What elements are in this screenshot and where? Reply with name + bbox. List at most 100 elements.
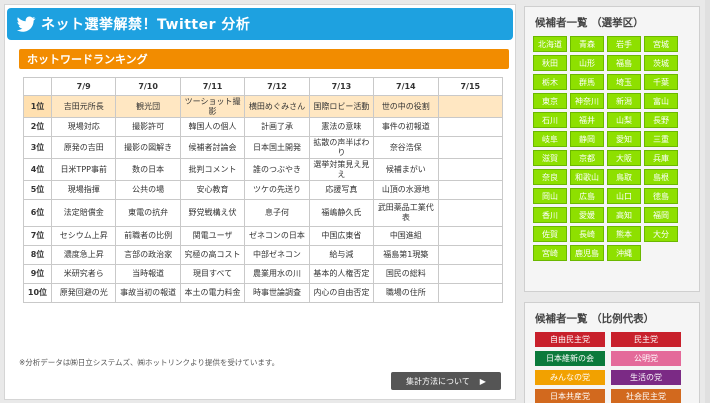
ranking-table: 7/9 7/10 7/11 7/12 7/13 7/14 7/15 1位 吉田元所長 観光団 ツー… <box>23 77 504 303</box>
hot-word-cell: 事件の初報道 <box>373 117 439 137</box>
prefecture-button[interactable]: 静岡 <box>570 131 604 147</box>
hot-word-cell: 福島第1現築 <box>373 245 439 265</box>
prefecture-button[interactable]: 徳島 <box>644 188 678 204</box>
hot-word-cell: 横田めぐみさん <box>244 95 310 118</box>
prefecture-button[interactable]: 秋田 <box>533 55 567 71</box>
party-button[interactable]: みんなの党 <box>535 370 605 385</box>
hot-word-cell: 韓国人の個人 <box>179 117 246 137</box>
hot-word-cell: ゼネコンの日本 <box>244 226 310 246</box>
party-grid: 自由民主党 民主党 日本維新の会 公明党 みんなの党 生活の党 日本共産党 社会民主党 <box>525 332 699 403</box>
prefecture-button[interactable]: 新潟 <box>607 93 641 109</box>
prefecture-button[interactable]: 埼玉 <box>607 74 641 90</box>
prefecture-button[interactable]: 熊本 <box>607 226 641 242</box>
party-button[interactable]: 自由民主党 <box>535 332 605 347</box>
prefecture-button[interactable]: 神奈川 <box>570 93 604 109</box>
hot-word-cell: 原発回避の光 <box>50 283 117 303</box>
prefecture-button[interactable]: 愛知 <box>607 131 641 147</box>
hot-word-cell: 当時報道 <box>115 264 181 284</box>
play-arrow-icon: ▶ <box>479 376 486 386</box>
party-button[interactable]: 公明党 <box>611 351 681 366</box>
prefecture-button[interactable]: 鳥取 <box>607 169 641 185</box>
hot-word-cell <box>437 117 504 137</box>
hot-word-cell: 公共の場 <box>115 180 181 200</box>
prefecture-button[interactable]: 愛媛 <box>570 207 604 223</box>
prefecture-button[interactable]: 富山 <box>644 93 678 109</box>
prefecture-button[interactable]: 京都 <box>570 150 604 166</box>
ranking-row: 3位 原発の吉田 撮影の図解き 候補者討論会 日本国土開発 拡散の声半ばわり 奈谷浩保 <box>23 136 504 159</box>
party-button[interactable]: 日本維新の会 <box>535 351 605 366</box>
rank-position: 7位 <box>23 226 52 246</box>
prefecture-button[interactable]: 福井 <box>570 112 604 128</box>
hot-word-cell: 法定賠償金 <box>50 199 117 227</box>
hot-word-cell <box>437 226 504 246</box>
rank-position: 2位 <box>23 117 52 137</box>
hot-word-cell: 基本的人権否定 <box>308 264 375 284</box>
prefecture-button[interactable]: 東京 <box>533 93 567 109</box>
hot-word-cell: 武田薬品工業代表 <box>373 199 439 227</box>
prefecture-button[interactable]: 沖縄 <box>607 245 641 261</box>
prefecture-button[interactable]: 山梨 <box>607 112 641 128</box>
prefecture-button[interactable]: 山形 <box>570 55 604 71</box>
party-button[interactable]: 生活の党 <box>611 370 681 385</box>
prefecture-button[interactable]: 石川 <box>533 112 567 128</box>
prefecture-button[interactable]: 和歌山 <box>570 169 604 185</box>
hot-word-cell: 米研究者ら <box>50 264 117 284</box>
prefecture-button[interactable]: 福島 <box>607 55 641 71</box>
prefecture-button[interactable]: 福岡 <box>644 207 678 223</box>
hot-word-cell: 息子何 <box>244 199 310 227</box>
party-button[interactable]: 民主党 <box>611 332 681 347</box>
prefecture-button[interactable]: 奈良 <box>533 169 567 185</box>
prefecture-button[interactable]: 滋賀 <box>533 150 567 166</box>
hot-word-cell <box>437 136 504 159</box>
prefecture-button[interactable]: 鹿児島 <box>570 245 604 261</box>
rank-position: 5位 <box>23 180 52 200</box>
data-source-note: ※分析データは㈱日立システムズ、㈱ホットリンクより提供を受けています。 <box>19 358 280 367</box>
prefecture-button[interactable]: 千葉 <box>644 74 678 90</box>
prefecture-button[interactable]: 兵庫 <box>644 150 678 166</box>
method-button[interactable]: 集計方法について ▶ <box>391 372 501 390</box>
hot-word-cell: 野党戦構え伏 <box>179 199 246 227</box>
ranking-row: 5位 現場指揮 公共の場 安心教育 ツケの先送り 応援写真 山頂の水源地 <box>23 180 504 200</box>
prefecture-button[interactable]: 宮崎 <box>533 245 567 261</box>
prefecture-button[interactable]: 三重 <box>644 131 678 147</box>
prefecture-button[interactable]: 島根 <box>644 169 678 185</box>
prefecture-button[interactable]: 岡山 <box>533 188 567 204</box>
prefecture-button[interactable]: 高知 <box>607 207 641 223</box>
hot-word-cell: 中国広東省 <box>308 226 375 246</box>
hot-word-cell: 候補者討論会 <box>179 136 246 159</box>
hot-word-cell: ツーショット撮影 <box>179 95 246 118</box>
prefecture-button[interactable]: 栃木 <box>533 74 567 90</box>
prefecture-button[interactable]: 岐阜 <box>533 131 567 147</box>
prefecture-button[interactable]: 佐賀 <box>533 226 567 242</box>
hot-word-cell <box>437 180 504 200</box>
prefecture-button[interactable]: 長野 <box>644 112 678 128</box>
column-header: 7/9 <box>50 77 117 96</box>
prefecture-button[interactable]: 大分 <box>644 226 678 242</box>
hot-word-cell <box>437 158 504 181</box>
hot-word-cell: 数の日本 <box>115 158 181 181</box>
prefecture-button[interactable]: 長崎 <box>570 226 604 242</box>
main-panel: ネット選挙解禁！Twitter 分析 ホットワードランキング 7/9 7/10 7/… <box>4 4 516 400</box>
prefecture-button[interactable]: 大阪 <box>607 150 641 166</box>
hot-word-cell <box>437 199 504 227</box>
hot-word-cell: 安心教育 <box>179 180 246 200</box>
hot-word-cell: 候補まがい <box>373 158 439 181</box>
prefecture-button[interactable]: 宮城 <box>644 36 678 52</box>
prefecture-button[interactable]: 広島 <box>570 188 604 204</box>
rank-position: 1位 <box>23 95 52 118</box>
prefecture-button[interactable]: 香川 <box>533 207 567 223</box>
party-button[interactable]: 日本共産党 <box>535 389 605 403</box>
prefecture-button[interactable]: 青森 <box>570 36 604 52</box>
party-button[interactable]: 社会民主党 <box>611 389 681 403</box>
prefecture-button[interactable]: 茨城 <box>644 55 678 71</box>
prefecture-button[interactable]: 岩手 <box>607 36 641 52</box>
prefecture-button[interactable]: 山口 <box>607 188 641 204</box>
prefecture-button[interactable]: 北海道 <box>533 36 567 52</box>
page-scrollbar[interactable] <box>705 0 710 403</box>
hot-word-cell: 現場指揮 <box>50 180 117 200</box>
sidebar: 候補者一覧 （選挙区） 北海道 青森 岩手 宮城 秋田 山形 福島 茨城 栃木 群馬 埼玉 千葉 東京神… <box>524 6 704 403</box>
hot-word-cell: 日本国土開発 <box>244 136 310 159</box>
rank-position: 9位 <box>23 264 52 284</box>
column-header: 7/13 <box>308 77 375 96</box>
prefecture-button[interactable]: 群馬 <box>570 74 604 90</box>
